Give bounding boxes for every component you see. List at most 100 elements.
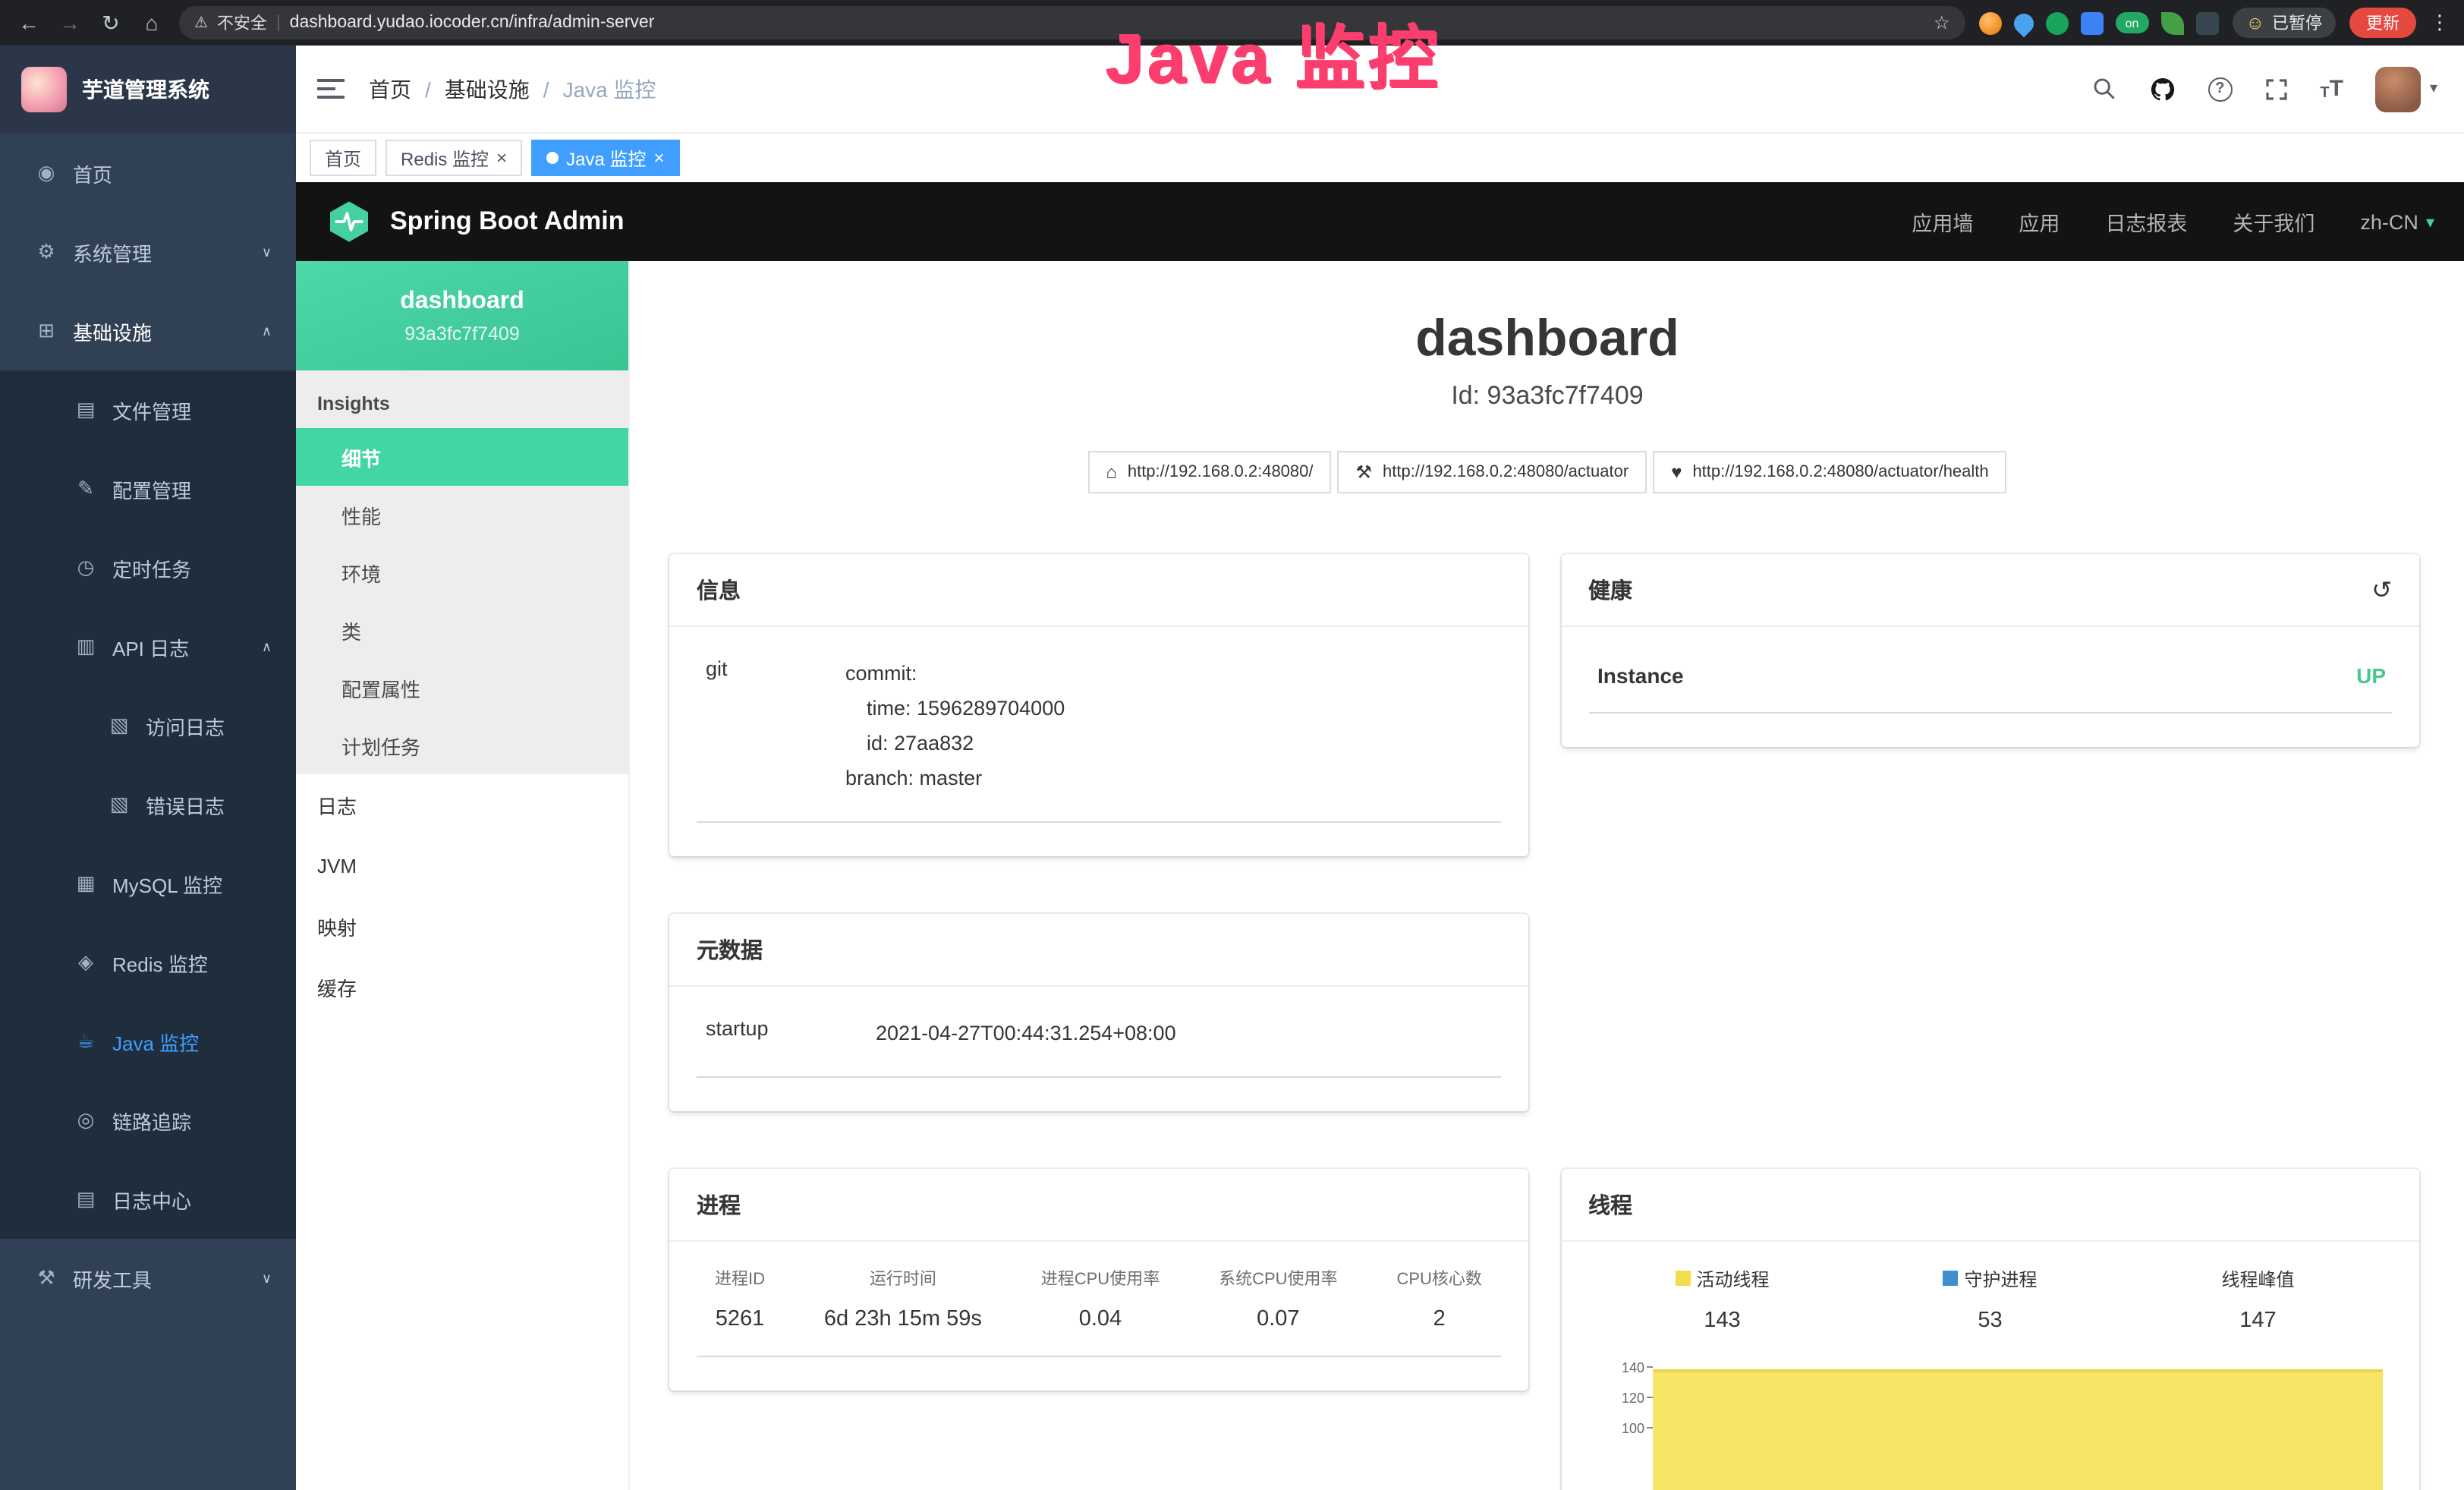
screen: ← → ↻ ⌂ ⚠ 不安全 | dashboard.yudao.iocoder.…: [0, 0, 2464, 1490]
instance-subtitle: Id: 93a3fc7f7409: [630, 381, 2464, 411]
sba-nav-item-0[interactable]: 应用墙: [1912, 206, 1973, 237]
threads-legend-label: 守护进程: [1856, 1265, 2124, 1291]
sidebar-item-12[interactable]: ◎链路追踪: [0, 1081, 296, 1160]
sidebar-item-6[interactable]: ▥API 日志∧: [0, 607, 296, 686]
process-card: 进程 进程ID5261运行时间6d 23h 15m 59s进程CPU使用率0.0…: [669, 1168, 1528, 1390]
sba-sidebar-other-item-1[interactable]: JVM: [296, 835, 628, 896]
green-extension-icon[interactable]: [2045, 11, 2068, 34]
instance-link-1[interactable]: ⚒http://192.168.0.2:48080/actuator: [1338, 451, 1647, 493]
sidebar-item-label: 错误日志: [146, 790, 225, 819]
sidebar-item-9[interactable]: ▦MySQL 监控: [0, 844, 296, 923]
breadcrumb-item-1[interactable]: 基础设施: [445, 74, 530, 104]
locale-select[interactable]: zh-CN▾: [2360, 210, 2434, 233]
sba-nav-item-3[interactable]: 关于我们: [2233, 206, 2315, 237]
fox-extension-icon[interactable]: [1978, 11, 2001, 34]
reload-icon[interactable]: ↻: [97, 10, 124, 36]
instance-link-2[interactable]: ♥http://192.168.0.2:48080/actuator/healt…: [1653, 451, 2006, 493]
github-icon[interactable]: [2148, 75, 2176, 102]
sidebar-item-14[interactable]: ⚒研发工具∨: [0, 1239, 296, 1318]
sba-sidebar-other-item-3[interactable]: 缓存: [296, 956, 628, 1017]
sidebar-item-8[interactable]: ▧ 错误日志: [0, 765, 296, 844]
hamburger-icon[interactable]: [317, 77, 345, 100]
sidebar-item-10[interactable]: ◈Redis 监控: [0, 923, 296, 1002]
tab-close-icon[interactable]: ×: [653, 149, 664, 167]
info-line-2: id: 27aa832: [867, 727, 1065, 762]
sba-brand[interactable]: Spring Boot Admin: [390, 206, 625, 237]
grid-extension-icon[interactable]: [2080, 11, 2103, 34]
sba-sidebar-other-item-2[interactable]: 映射: [296, 896, 628, 956]
sidebar-item-label: MySQL 监控: [112, 869, 222, 898]
back-icon[interactable]: ←: [15, 11, 42, 35]
bookmark-star-icon[interactable]: ☆: [1934, 12, 1950, 33]
process-col-label: 进程ID: [715, 1265, 765, 1290]
address-bar[interactable]: ⚠ 不安全 | dashboard.yudao.iocoder.cn/infra…: [179, 6, 1965, 39]
paused-badge[interactable]: ☺ 已暂停: [2232, 8, 2336, 38]
sidebar-item-label: 配置管理: [112, 474, 191, 503]
process-col-label: 进程CPU使用率: [1041, 1265, 1160, 1290]
sidebar-item-1[interactable]: ⚙系统管理∨: [0, 213, 296, 291]
sba-sidebar-item-3[interactable]: 类: [296, 601, 628, 659]
sba-sidebar-item-2[interactable]: 环境: [296, 543, 628, 601]
update-button[interactable]: 更新: [2349, 8, 2416, 38]
instance-link-0[interactable]: ⌂http://192.168.0.2:48080/: [1087, 451, 1331, 493]
doc-icon: ▧: [106, 792, 132, 817]
sidebar-item-0[interactable]: ◉首页: [0, 134, 296, 213]
forward-icon[interactable]: →: [56, 11, 83, 35]
sidebar-item-4[interactable]: ✎配置管理: [0, 449, 296, 528]
sba-sidebar-item-0[interactable]: 细节: [296, 428, 628, 486]
tags-view: 首页Redis 监控×Java 监控×: [296, 134, 2464, 182]
sidebar-item-7[interactable]: ▧访问日志: [0, 686, 296, 765]
sidebar-item-label: 访问日志: [146, 711, 225, 740]
sba-sidebar-other-item-0[interactable]: 日志: [296, 774, 628, 835]
tab-2[interactable]: Java 监控×: [531, 140, 679, 176]
sba-nav-item-2[interactable]: 日志报表: [2105, 206, 2187, 237]
instance-link-url: http://192.168.0.2:48080/actuator: [1383, 463, 1629, 481]
tab-1[interactable]: Redis 监控×: [385, 140, 522, 176]
breadcrumb-separator: /: [543, 77, 549, 101]
legend-text: 线程峰值: [2221, 1265, 2294, 1291]
drop-extension-icon[interactable]: [2009, 9, 2038, 37]
sba-sidebar-item-5[interactable]: 计划任务: [296, 717, 628, 774]
browser-home-icon[interactable]: ⌂: [138, 11, 165, 35]
smiley-icon: ☺: [2245, 12, 2264, 33]
instance-links: ⌂http://192.168.0.2:48080/⚒http://192.16…: [630, 451, 2464, 493]
process-col-label: 系统CPU使用率: [1219, 1265, 1337, 1290]
sidebar-item-3[interactable]: ▤文件管理: [0, 370, 296, 449]
process-col-label: 运行时间: [824, 1265, 982, 1290]
history-icon[interactable]: ↺: [2371, 575, 2392, 605]
sba-sidebar-item-4[interactable]: 配置属性: [296, 659, 628, 717]
instance-id: 93a3fc7f7409: [404, 323, 520, 344]
user-avatar-dropdown[interactable]: ▾: [2375, 66, 2437, 112]
chevron-down-icon: ∨: [262, 1270, 272, 1287]
switch-on-extension-icon[interactable]: on: [2115, 12, 2148, 33]
sba-nav-item-1[interactable]: 应用: [2019, 206, 2060, 237]
tab-0[interactable]: 首页: [310, 140, 376, 176]
sidebar-item-label: 定时任务: [112, 553, 191, 582]
breadcrumb-item-0[interactable]: 首页: [369, 74, 411, 104]
instance-link-url: http://192.168.0.2:48080/: [1128, 463, 1314, 481]
help-icon[interactable]: [2208, 77, 2232, 101]
threads-legend-value: 143: [1588, 1308, 1856, 1332]
threads-legend-1: 守护进程53: [1856, 1265, 2124, 1332]
sidebar-item-11[interactable]: ☕Java 监控: [0, 1002, 296, 1081]
dark-extension-icon[interactable]: [2195, 11, 2218, 34]
sba-sidebar-item-1[interactable]: 性能: [296, 486, 628, 543]
browser-menu-kebab-icon[interactable]: ⋮: [2430, 11, 2450, 35]
search-icon[interactable]: [2091, 76, 2116, 102]
leaf-extension-icon[interactable]: [2160, 11, 2183, 34]
process-col-value: 0.07: [1219, 1306, 1337, 1331]
app-logo[interactable]: 芋道管理系统: [0, 46, 296, 134]
sidebar-item-5[interactable]: ◷定时任务: [0, 528, 296, 607]
sba-sidebar: dashboard 93a3fc7f7409 Insights 细节性能环境类配…: [296, 261, 630, 1490]
fullscreen-icon[interactable]: [2264, 77, 2288, 101]
sidebar-item-13[interactable]: ▤日志中心: [0, 1160, 296, 1239]
sba-instance-header[interactable]: dashboard 93a3fc7f7409: [296, 261, 628, 370]
instance-title: dashboard: [630, 310, 2464, 369]
file-icon: ▤: [73, 398, 99, 422]
sidebar-item-label: 基础设施: [73, 317, 152, 345]
redis-icon: ◈: [73, 950, 99, 975]
font-size-icon[interactable]: [2320, 76, 2343, 102]
tab-close-icon[interactable]: ×: [496, 149, 507, 167]
process-col-4: CPU核心数2: [1390, 1265, 1487, 1331]
sidebar-item-2[interactable]: ⊞基础设施∧: [0, 291, 296, 370]
